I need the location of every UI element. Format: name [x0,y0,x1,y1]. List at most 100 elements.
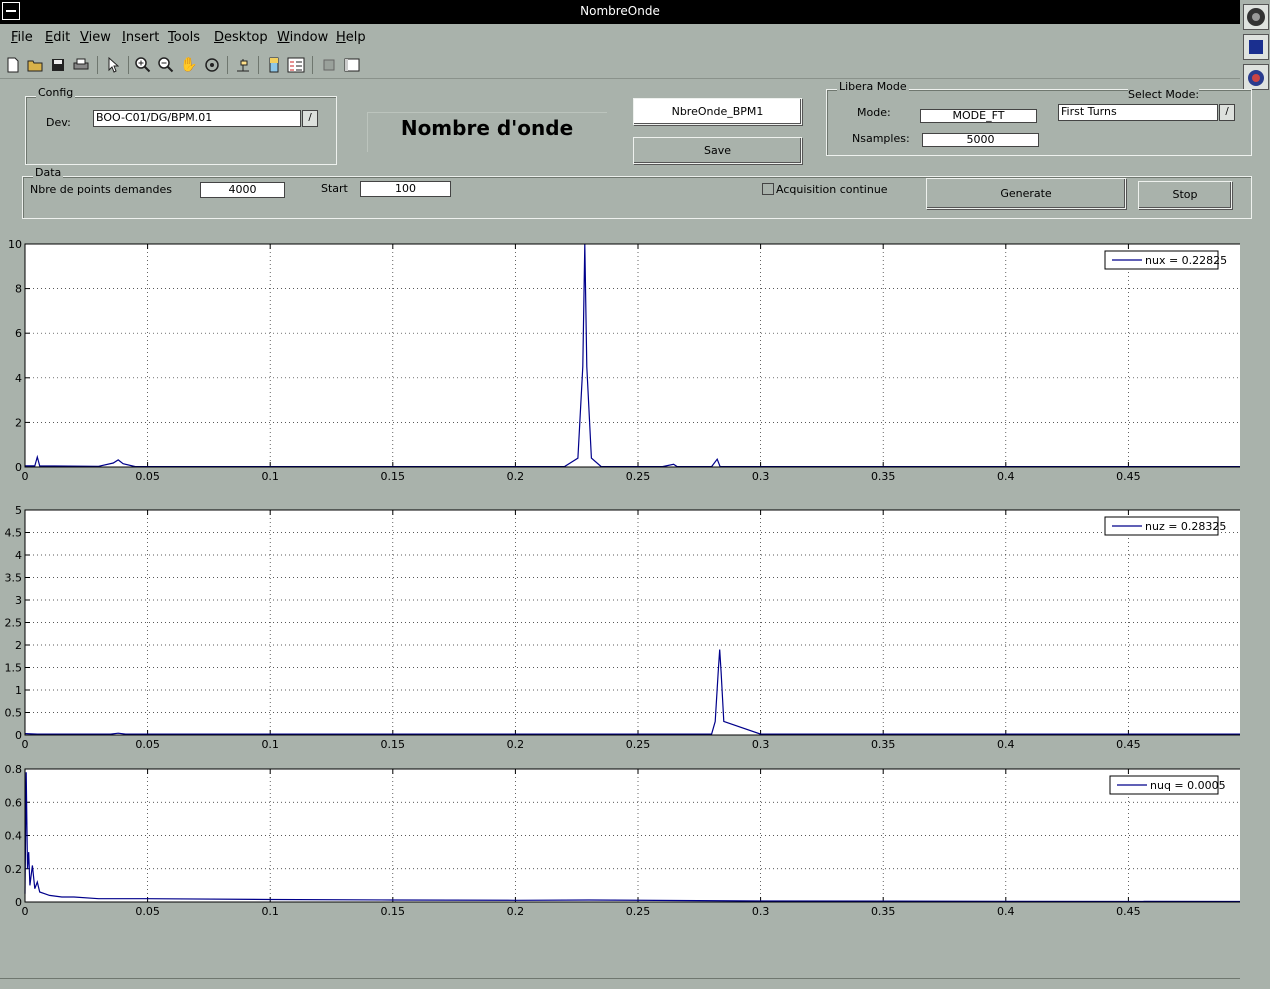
plot-3-xtick-label: 0.35 [871,905,896,918]
menu-file[interactable]: File [11,30,33,45]
plot-2-xtick-label: 0 [22,738,29,751]
output-name-field[interactable]: NbreOnde_BPM1 [633,98,802,125]
plot-1-axes-frame [24,243,1240,468]
plot-2-series-line [24,649,1240,735]
plot-2-xtick-label: 0.35 [871,738,896,751]
acquisition-label: Acquisition continue [776,183,921,196]
plot-3-xtick-label: 0 [22,905,29,918]
title-bar: NombreOnde [0,0,1240,24]
start-label: Start [321,182,348,195]
dev-label: Dev: [46,116,71,129]
plot-2-ytick-label: 0 [15,729,22,742]
plot-1-ytick-label: 6 [15,327,22,340]
plot-3-ytick-label: 0.4 [5,830,23,843]
new-file-icon[interactable] [4,56,22,74]
plot-2-ytick-label: 0.5 [5,707,23,720]
save-button[interactable]: Save [633,137,802,164]
maximize-icon[interactable] [1243,34,1269,60]
plot-1-legend-box [1104,250,1219,270]
print-icon[interactable] [72,56,90,74]
menu-edit[interactable]: Edit [45,30,70,45]
plot-1-xtick-label: 0.15 [381,470,406,483]
plot-2-ytick-label: 3 [15,594,22,607]
mode-label: Mode: [857,106,891,119]
dev-dropdown-arrow-icon[interactable]: / [302,110,318,127]
colorbar-icon[interactable] [265,56,283,74]
points-label: Nbre de points demandes [30,183,198,196]
data-cursor-icon[interactable] [234,56,252,74]
menu-insert[interactable]: Insert [122,30,159,45]
plot-3-series-line [24,772,1240,903]
plot-1-ytick-label: 8 [15,283,22,296]
plot-1-xtick-label: 0.05 [135,470,160,483]
plot-2-xtick-label: 0.1 [261,738,279,751]
plot-3-ytick-label: 0.2 [5,863,23,876]
plot-3-ytick-label: 0.6 [5,796,23,809]
plot-2-legend-label: nuz = 0.28325 [1145,520,1226,533]
plot-3-xtick-label: 0.1 [261,905,279,918]
show-plot-tools-icon[interactable] [343,56,361,74]
pan-hand-icon[interactable]: ✋ [180,56,198,74]
plot-2-ytick-label: 1 [15,684,22,697]
plot-1-xtick-label: 0.3 [752,470,770,483]
config-group-label: Config [36,86,76,99]
status-bar [0,978,1240,989]
mode-value: MODE_FT [920,109,1037,123]
open-folder-icon[interactable] [26,56,44,74]
plot-2-xtick-label: 0.05 [135,738,160,751]
plot-1-xtick-label: 0 [22,470,29,483]
plot-1-xtick-label: 0.2 [507,470,525,483]
points-input[interactable]: 4000 [200,182,285,198]
generate-button[interactable]: Generate [926,178,1126,209]
menu-view[interactable]: View [80,30,111,45]
plot-2-xtick-label: 0.2 [507,738,525,751]
plot-1-ytick-label: 0 [15,461,22,474]
start-input[interactable]: 100 [360,181,451,197]
acquisition-checkbox[interactable] [762,183,774,195]
plot-1-xtick-label: 0.25 [626,470,651,483]
plot-3-xtick-label: 0.2 [507,905,525,918]
zoom-in-icon[interactable] [134,56,152,74]
close-icon[interactable] [1243,64,1269,90]
plot-3-legend-box [1109,775,1219,795]
hide-plot-tools-icon[interactable] [320,56,338,74]
select-mode-label: Select Mode: [1128,88,1200,101]
plot-2-ytick-label: 2 [15,639,22,652]
plot-3-ytick-label: 0.8 [5,763,23,776]
stop-button[interactable]: Stop [1138,181,1232,209]
minimize-icon[interactable] [1243,4,1269,30]
menu-bar: File Edit View Insert Tools Desktop Wind… [0,27,1240,49]
zoom-out-icon[interactable] [157,56,175,74]
menu-window[interactable]: Window [277,30,328,45]
legend-icon[interactable] [287,56,305,74]
plot-2-xtick-label: 0.45 [1116,738,1141,751]
plot-3-xtick-label: 0.45 [1116,905,1141,918]
plot-2-xtick-label: 0.25 [626,738,651,751]
select-mode-arrow-icon[interactable]: / [1219,104,1235,121]
plot-2-ytick-label: 3.5 [5,572,23,585]
menu-help[interactable]: Help [336,30,366,45]
menu-tools[interactable]: Tools [168,30,200,45]
rotate-3d-icon[interactable] [203,56,221,74]
plot-2-ytick-label: 4 [15,549,22,562]
plot-3-xtick-label: 0.4 [997,905,1015,918]
select-mode-dropdown[interactable]: First Turns [1058,104,1218,121]
plot-3-axes-frame [24,768,1240,903]
plot-1-xtick-label: 0.4 [997,470,1015,483]
plot-2-background [25,510,1240,735]
plot-2-ytick-label: 5 [15,504,22,517]
nsamples-value[interactable]: 5000 [922,133,1039,147]
pointer-icon[interactable] [104,56,122,74]
save-icon[interactable] [49,56,67,74]
menu-desktop[interactable]: Desktop [214,30,268,45]
plot-2-ytick-label: 2.5 [5,617,23,630]
plot-3-xtick-label: 0.25 [626,905,651,918]
plot-3-xtick-label: 0.05 [135,905,160,918]
plot-3-background [25,769,1240,902]
dev-dropdown[interactable]: BOO-C01/DG/BPM.01 [93,110,301,127]
config-group [25,96,337,165]
plot-1-ytick-label: 10 [8,238,22,251]
plot-2-ytick-label: 4.5 [5,527,23,540]
data-group-label: Data [33,166,64,179]
nsamples-label: Nsamples: [852,132,910,145]
